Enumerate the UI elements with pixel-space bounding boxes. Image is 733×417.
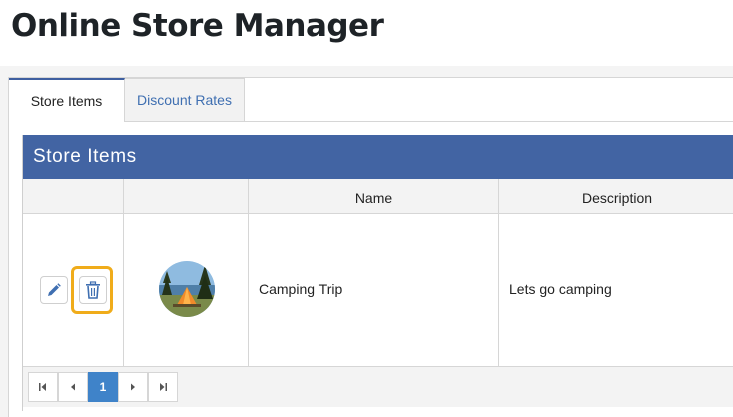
column-header-actions xyxy=(23,179,124,213)
column-header-image xyxy=(124,179,249,213)
column-header-description[interactable]: Description xyxy=(499,179,733,213)
next-page-icon xyxy=(131,383,135,391)
pagination: 1 xyxy=(23,367,733,407)
first-page-button[interactable] xyxy=(28,372,58,402)
tab-discount-rates[interactable]: Discount Rates xyxy=(125,78,245,121)
table-row: Camping Trip Lets go camping xyxy=(23,214,733,367)
tab-store-items[interactable]: Store Items xyxy=(9,78,125,122)
page-title: Online Store Manager xyxy=(11,8,384,44)
last-page-button[interactable] xyxy=(148,372,178,402)
pencil-icon xyxy=(48,283,61,296)
grid-title: Store Items xyxy=(23,135,733,179)
actions-cell xyxy=(23,214,124,366)
store-items-grid: Store Items Name Description Camping Tri… xyxy=(22,135,733,411)
first-page-icon xyxy=(39,383,46,391)
last-page-icon xyxy=(160,383,167,391)
content-panel: Store Items Discount Rates Store Items N… xyxy=(8,77,733,417)
app-header: Online Store Manager xyxy=(0,0,733,66)
prev-page-icon xyxy=(71,383,75,391)
tab-strip: Store Items Discount Rates xyxy=(9,78,733,122)
next-page-button[interactable] xyxy=(118,372,148,402)
name-cell: Camping Trip xyxy=(249,214,499,366)
edit-button[interactable] xyxy=(40,276,68,304)
delete-button[interactable] xyxy=(79,276,107,304)
item-name: Camping Trip xyxy=(259,281,343,297)
camping-tent-photo xyxy=(159,261,215,317)
prev-page-button[interactable] xyxy=(58,372,88,402)
image-cell xyxy=(124,214,249,366)
item-description: Lets go camping xyxy=(509,281,612,297)
column-header-name[interactable]: Name xyxy=(249,179,499,213)
description-cell: Lets go camping xyxy=(499,214,733,366)
table-header: Name Description xyxy=(23,179,733,214)
trash-icon xyxy=(86,281,100,299)
delete-highlight xyxy=(71,266,113,314)
page-button-current[interactable]: 1 xyxy=(88,372,118,402)
